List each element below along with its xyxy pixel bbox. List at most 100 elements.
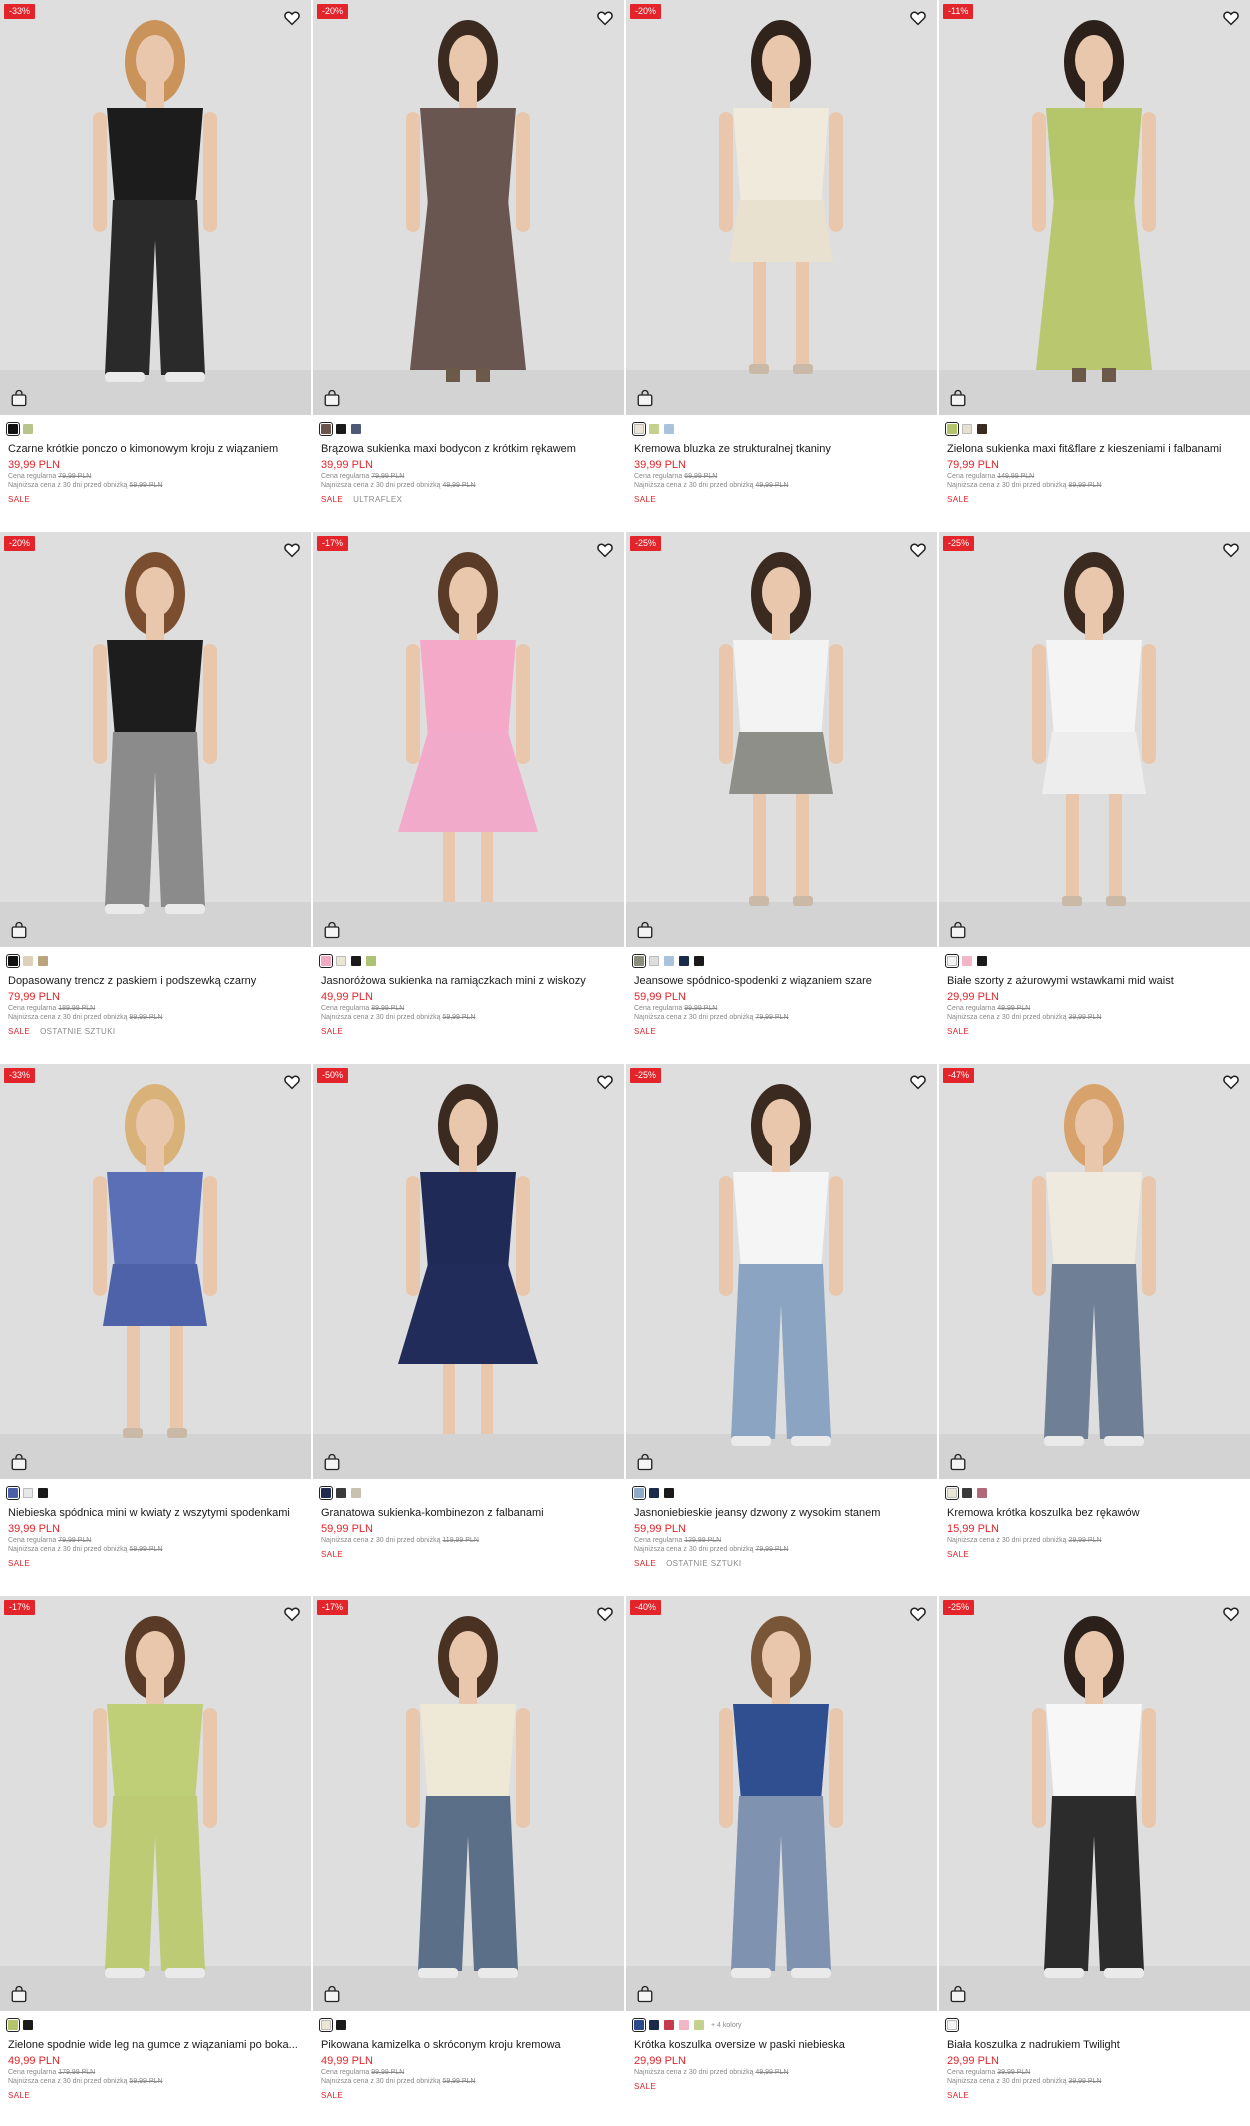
color-swatch[interactable] [632, 954, 646, 968]
color-swatch[interactable] [977, 956, 987, 966]
product-name[interactable]: Niebieska spódnica mini w kwiaty z wszyt… [8, 1507, 303, 1520]
shopping-bag-icon[interactable] [949, 389, 967, 407]
more-colors-label[interactable]: + 4 kolory [711, 2022, 742, 2029]
product-image[interactable]: -33% [0, 1064, 311, 1479]
color-swatch[interactable] [694, 2020, 704, 2030]
color-swatch[interactable] [632, 422, 646, 436]
shopping-bag-icon[interactable] [636, 389, 654, 407]
color-swatch[interactable] [679, 2020, 689, 2030]
product-card[interactable]: -33% Czarne krótkie ponczo o kimonowym kr… [0, 0, 311, 532]
product-name[interactable]: Kremowa krótka koszulka bez rękawów [947, 1507, 1242, 1520]
product-image[interactable]: -25% [626, 1064, 937, 1479]
color-swatch[interactable] [366, 956, 376, 966]
product-image[interactable]: -25% [626, 532, 937, 947]
color-swatch[interactable] [632, 1486, 646, 1500]
heart-icon[interactable] [283, 541, 301, 559]
shopping-bag-icon[interactable] [323, 921, 341, 939]
product-image[interactable]: -25% [939, 532, 1250, 947]
color-swatch[interactable] [945, 422, 959, 436]
product-card[interactable]: -25% Jasnoniebieskie jeansy dzwony z wyso… [626, 1064, 937, 1596]
product-card[interactable]: -20% Brązowa sukienka maxi bodycon z krót… [313, 0, 624, 532]
color-swatch[interactable] [649, 956, 659, 966]
heart-icon[interactable] [596, 9, 614, 27]
product-card[interactable]: -40% + 4 kolory Krótka koszulka oversize w… [626, 1596, 937, 2126]
heart-icon[interactable] [1222, 541, 1240, 559]
color-swatch[interactable] [38, 1488, 48, 1498]
shopping-bag-icon[interactable] [949, 1985, 967, 2003]
shopping-bag-icon[interactable] [636, 921, 654, 939]
shopping-bag-icon[interactable] [10, 1985, 28, 2003]
product-card[interactable]: -11% Zielona sukienka maxi fit&flare z ki… [939, 0, 1250, 532]
product-image[interactable]: -20% [626, 0, 937, 415]
color-swatch[interactable] [319, 422, 333, 436]
product-image[interactable]: -17% [0, 1596, 311, 2011]
color-swatch[interactable] [664, 1488, 674, 1498]
color-swatch[interactable] [649, 2020, 659, 2030]
product-name[interactable]: Jeansowe spódnico-spodenki z wiązaniem s… [634, 975, 929, 988]
color-swatch[interactable] [945, 2018, 959, 2032]
color-swatch[interactable] [336, 424, 346, 434]
heart-icon[interactable] [283, 9, 301, 27]
product-card[interactable]: -17% Zielone spodnie wide leg na gumce z … [0, 1596, 311, 2126]
product-image[interactable]: -25% [939, 1596, 1250, 2011]
color-swatch[interactable] [962, 424, 972, 434]
product-name[interactable]: Zielone spodnie wide leg na gumce z wiąz… [8, 2039, 303, 2052]
heart-icon[interactable] [596, 1605, 614, 1623]
product-card[interactable]: -20% Dopasowany trencz z paskiem i podsze… [0, 532, 311, 1064]
shopping-bag-icon[interactable] [323, 1453, 341, 1471]
color-swatch[interactable] [336, 1488, 346, 1498]
color-swatch[interactable] [664, 956, 674, 966]
product-name[interactable]: Dopasowany trencz z paskiem i podszewką … [8, 975, 303, 988]
heart-icon[interactable] [596, 1073, 614, 1091]
product-image[interactable]: -11% [939, 0, 1250, 415]
heart-icon[interactable] [1222, 9, 1240, 27]
color-swatch[interactable] [977, 424, 987, 434]
color-swatch[interactable] [38, 956, 48, 966]
color-swatch[interactable] [977, 1488, 987, 1498]
product-image[interactable]: -50% [313, 1064, 624, 1479]
color-swatch[interactable] [679, 956, 689, 966]
product-name[interactable]: Brązowa sukienka maxi bodycon z krótkim … [321, 443, 616, 456]
product-image[interactable]: -47% [939, 1064, 1250, 1479]
heart-icon[interactable] [909, 9, 927, 27]
color-swatch[interactable] [319, 954, 333, 968]
product-name[interactable]: Jasnoniebieskie jeansy dzwony z wysokim … [634, 1507, 929, 1520]
product-card[interactable]: -25% Białe szorty z ażurowymi wstawkami m… [939, 532, 1250, 1064]
product-name[interactable]: Krótka koszulka oversize w paski niebies… [634, 2039, 929, 2052]
product-card[interactable]: -47% Kremowa krótka koszulka bez rękawów 1… [939, 1064, 1250, 1596]
color-swatch[interactable] [351, 424, 361, 434]
product-card[interactable]: -25% Jeansowe spódnico-spodenki z wiązani… [626, 532, 937, 1064]
product-card[interactable]: -17% Pikowana kamizelka o skróconym kroju… [313, 1596, 624, 2126]
product-image[interactable]: -17% [313, 532, 624, 947]
product-name[interactable]: Czarne krótkie ponczo o kimonowym kroju … [8, 443, 303, 456]
product-name[interactable]: Biała koszulka z nadrukiem Twilight [947, 2039, 1242, 2052]
heart-icon[interactable] [1222, 1073, 1240, 1091]
color-swatch[interactable] [6, 954, 20, 968]
product-image[interactable]: -33% [0, 0, 311, 415]
color-swatch[interactable] [319, 1486, 333, 1500]
color-swatch[interactable] [351, 1488, 361, 1498]
heart-icon[interactable] [909, 541, 927, 559]
color-swatch[interactable] [632, 2018, 646, 2032]
color-swatch[interactable] [6, 1486, 20, 1500]
shopping-bag-icon[interactable] [636, 1985, 654, 2003]
color-swatch[interactable] [649, 1488, 659, 1498]
product-image[interactable]: -20% [0, 532, 311, 947]
color-swatch[interactable] [945, 1486, 959, 1500]
product-card[interactable]: -17% Jasnoróżowa sukienka na ramiączkach … [313, 532, 624, 1064]
color-swatch[interactable] [962, 956, 972, 966]
color-swatch[interactable] [649, 424, 659, 434]
color-swatch[interactable] [23, 2020, 33, 2030]
product-image[interactable]: -20% [313, 0, 624, 415]
shopping-bag-icon[interactable] [10, 921, 28, 939]
shopping-bag-icon[interactable] [10, 389, 28, 407]
product-card[interactable]: -50% Granatowa sukienka-kombinezon z falb… [313, 1064, 624, 1596]
heart-icon[interactable] [283, 1073, 301, 1091]
color-swatch[interactable] [664, 2020, 674, 2030]
product-image[interactable]: -40% [626, 1596, 937, 2011]
heart-icon[interactable] [909, 1605, 927, 1623]
heart-icon[interactable] [283, 1605, 301, 1623]
shopping-bag-icon[interactable] [949, 1453, 967, 1471]
shopping-bag-icon[interactable] [949, 921, 967, 939]
color-swatch[interactable] [694, 956, 704, 966]
